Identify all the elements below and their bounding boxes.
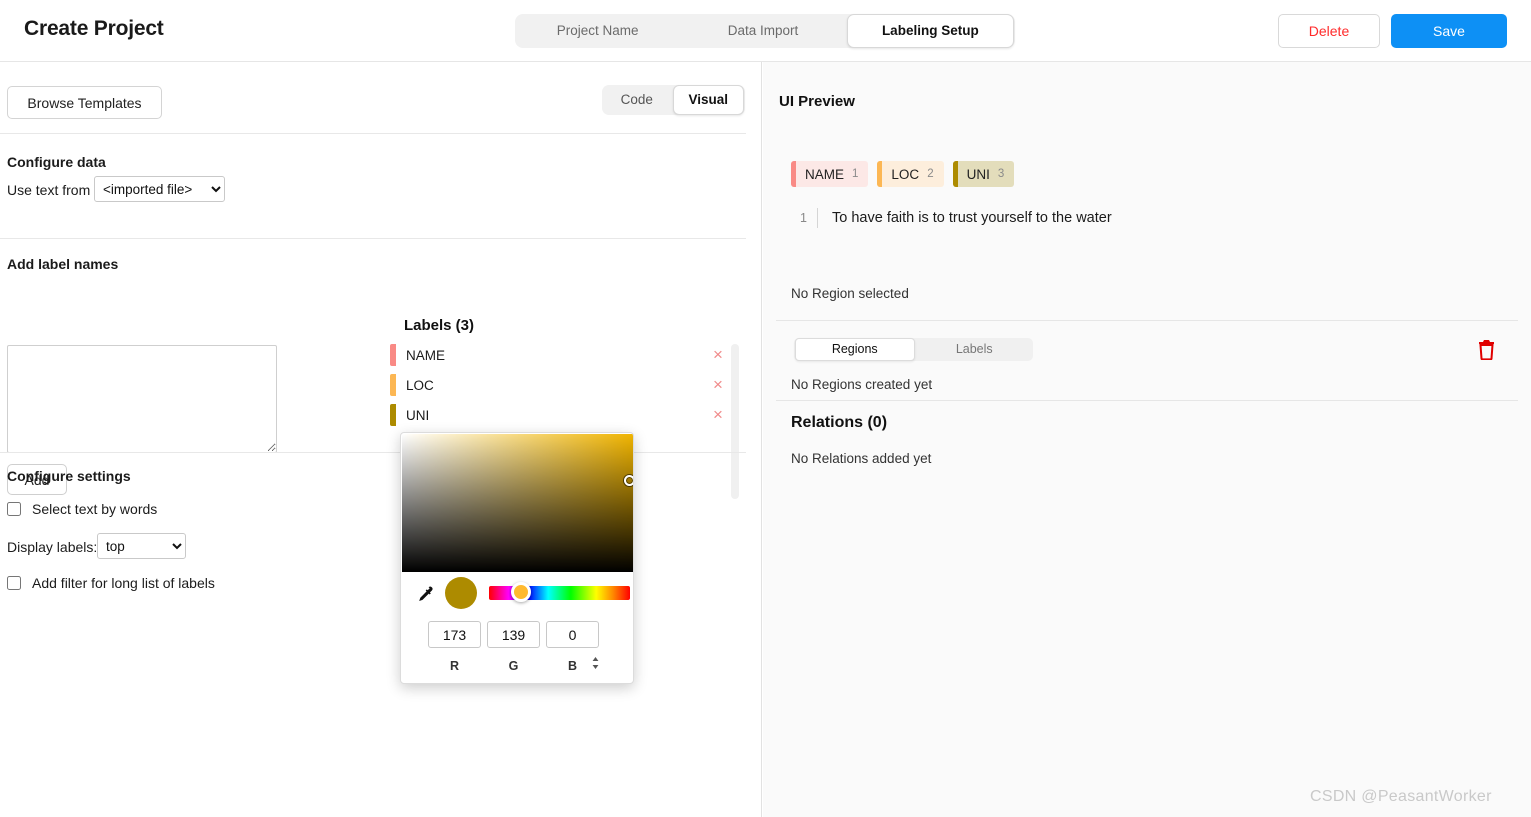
ui-preview-panel: UI Preview NAME 1 LOC 2 UNI 3 1 To have … [763,62,1531,817]
labels-list-title: Labels (3) [404,317,475,334]
use-text-from-select[interactable]: <imported file> [94,176,225,202]
remove-label-icon[interactable]: × [707,344,729,366]
divider-region [776,320,1518,321]
no-relations-text: No Relations added yet [791,451,932,466]
tab-visual[interactable]: Visual [672,85,744,115]
page-title: Create Project [24,17,164,40]
tab-labeling-setup[interactable]: Labeling Setup [846,14,1014,48]
eyedropper-icon[interactable] [415,585,435,605]
rgb-inputs: R G B [401,621,633,683]
delete-button[interactable]: Delete [1278,14,1380,48]
no-regions-created-text: No Regions created yet [791,377,933,392]
relations-title: Relations (0) [791,414,888,431]
divider-relations [776,400,1518,401]
preview-tag-loc[interactable]: LOC 2 [877,161,944,187]
ui-preview-title: UI Preview [779,93,855,110]
label-chip-name[interactable]: NAME [390,344,695,366]
green-input[interactable] [487,621,540,648]
add-label-names-title: Add label names [7,256,119,272]
label-chip-label: UNI [406,407,430,423]
sample-text[interactable]: To have faith is to trust yourself to th… [832,210,1112,226]
divider-configure-data [0,238,746,239]
label-row: UNI × [390,404,740,426]
color-picker-popup: R G B [400,432,634,684]
watermark: CSDN @PeasantWorker [1310,788,1492,805]
configure-data-title: Configure data [7,154,106,170]
hue-slider-thumb[interactable] [511,582,531,602]
current-color-swatch [445,577,477,609]
add-filter-checkbox[interactable] [7,576,21,590]
tag-hotkey: 3 [997,168,1005,180]
label-chip-uni[interactable]: UNI [390,404,695,426]
divider-top [0,133,746,134]
saturation-value-area[interactable] [402,434,633,572]
select-text-by-words-label: Select text by words [32,501,158,517]
editor-mode-toggle: Code Visual [602,85,745,115]
regions-labels-tabs: Regions Labels [794,338,1033,361]
save-button[interactable]: Save [1391,14,1507,48]
color-format-stepper[interactable] [591,656,600,673]
display-labels-label: Display labels: [7,539,98,555]
label-row: NAME × [390,344,740,366]
blue-input[interactable] [546,621,599,648]
remove-label-icon[interactable]: × [707,374,729,396]
tab-code[interactable]: Code [602,85,672,115]
preview-tag-name[interactable]: NAME 1 [791,161,869,187]
saturation-value-thumb[interactable] [624,475,633,486]
tag-label: UNI [966,166,990,182]
label-tags-row: NAME 1 LOC 2 UNI 3 [791,161,1015,187]
top-bar: Create Project Project Name Data Import … [0,0,1531,62]
tab-project-name[interactable]: Project Name [515,14,680,48]
trash-icon[interactable] [1477,339,1496,365]
browse-templates-button[interactable]: Browse Templates [7,86,162,119]
label-names-input[interactable] [7,345,277,453]
use-text-from-label: Use text from [7,182,91,198]
line-number: 1 [800,211,807,225]
label-chip-label: NAME [406,347,446,363]
label-row: LOC × [390,374,740,396]
line-divider [817,208,818,228]
select-text-by-words-checkbox[interactable] [7,502,21,516]
label-chip-loc[interactable]: LOC [390,374,695,396]
tag-label: LOC [891,166,920,182]
red-input[interactable] [428,621,481,648]
configure-settings-title: Configure settings [7,468,131,484]
tag-hotkey: 2 [927,168,934,180]
add-filter-row: Add filter for long list of labels [0,575,215,591]
tab-regions[interactable]: Regions [795,338,915,361]
no-region-selected-text: No Region selected [791,286,909,301]
project-steps-tabs: Project Name Data Import Labeling Setup [515,14,1015,48]
green-label: G [508,659,519,673]
preview-tag-uni[interactable]: UNI 3 [952,161,1015,187]
tag-hotkey: 1 [852,168,859,180]
red-label: R [449,659,460,673]
remove-label-icon[interactable]: × [707,404,729,426]
labeling-config-panel: Browse Templates Code Visual Configure d… [0,62,762,817]
divider-labels [0,452,746,453]
label-chip-label: LOC [406,377,434,393]
display-labels-select[interactable]: top [97,533,186,559]
tab-labels[interactable]: Labels [916,338,1034,361]
select-text-by-words-row: Select text by words [0,501,157,517]
labels-list-scrollbar[interactable] [731,344,739,499]
app-root: Create Project Project Name Data Import … [0,0,1531,817]
tag-label: NAME [805,166,845,182]
add-filter-label: Add filter for long list of labels [32,575,215,591]
tab-data-import[interactable]: Data Import [680,14,845,48]
color-picker-controls [401,573,633,625]
preview-text-line: 1 To have faith is to trust yourself to … [785,208,1112,228]
